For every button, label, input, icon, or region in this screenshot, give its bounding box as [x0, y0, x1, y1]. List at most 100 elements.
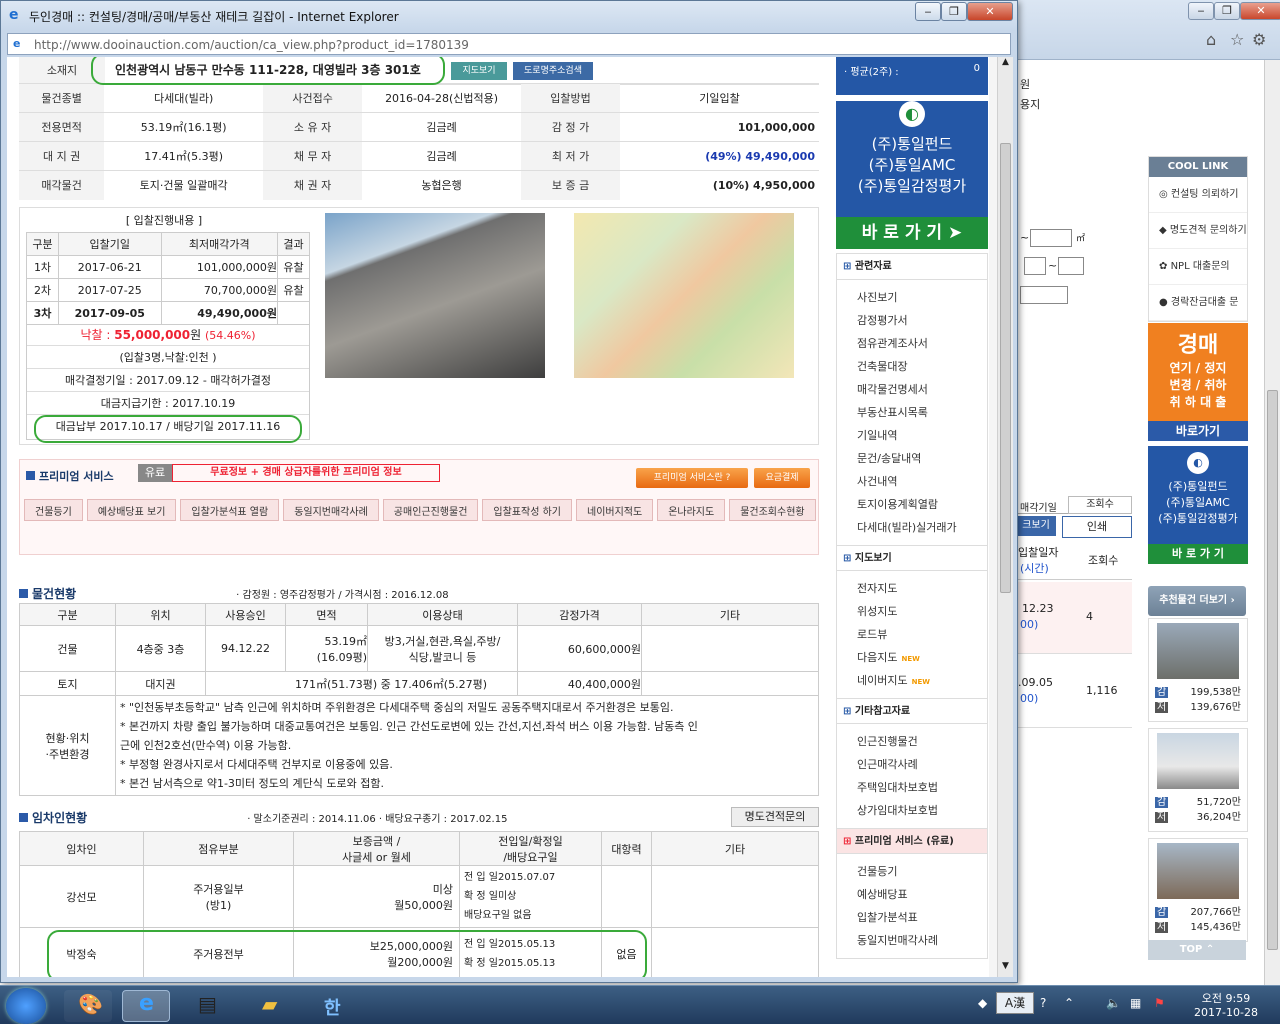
sidebar-item[interactable]: 위성지도	[837, 600, 987, 623]
close-button[interactable]: ✕	[967, 2, 1013, 21]
premium-button[interactable]: 온나라지도	[657, 499, 726, 521]
premium-button[interactable]: 입찰가분석표 열람	[180, 499, 280, 521]
view-button[interactable]: 크보기	[1016, 516, 1056, 536]
recommend-item[interactable]: 감 199,538만 저 139,676만	[1148, 618, 1248, 722]
url-text[interactable]: http://www.dooinauction.com/auction/ca_v…	[34, 38, 469, 52]
tongil-ad[interactable]: ◐ (주)통일펀드 (주)통일AMC (주)통일감정평가 바 로 가 기 ➤	[836, 101, 988, 249]
tray-arrow-icon[interactable]: ⌃	[1064, 996, 1074, 1010]
premium-button[interactable]: 네이버지적도	[576, 499, 654, 521]
premium-button[interactable]: 예상배당표 보기	[86, 499, 177, 521]
folder-icon[interactable]: ▰	[250, 990, 298, 1022]
print-button[interactable]: 인쇄	[1062, 516, 1132, 538]
minimize-button[interactable]: ‒	[1188, 2, 1214, 20]
sidebar-item[interactable]: 사건내역	[837, 470, 987, 493]
status-table: 구분 위치 사용승인 면적 이용상태 감정가격 기타 건물 4층중 3층 94.12.22 53.…	[19, 603, 819, 796]
price-min-input[interactable]	[1024, 257, 1046, 275]
sidebar-item[interactable]: 건축물대장	[837, 355, 987, 378]
page-content: 소재지 인천광역시 남동구 만수동 111-228, 대영빌라 3층 301호 …	[7, 57, 997, 977]
sidebar-item[interactable]: 네이버지도 NEW	[837, 669, 987, 692]
top-button[interactable]: TOP ⌃	[1148, 940, 1246, 960]
sidebar-item[interactable]: 다세대(빌라)실거래가	[837, 516, 987, 539]
maximize-button[interactable]: ❐	[1214, 2, 1240, 20]
flag-icon[interactable]: ⚑	[1154, 996, 1165, 1010]
help-icon[interactable]: ?	[1040, 996, 1046, 1010]
list-row[interactable]: 12.23 00) 4	[1016, 582, 1132, 654]
sidebar-item[interactable]: 매각물건명세서	[837, 378, 987, 401]
sort-sale-date[interactable]: 매각기일	[1020, 499, 1057, 514]
cadastral-map-image[interactable]	[574, 213, 794, 378]
payment-button[interactable]: 요금결제	[754, 468, 810, 488]
auction-loan-banner[interactable]: 경매 연기 / 정지 변경 / 취하 취 하 대 출 바로가기	[1148, 323, 1248, 441]
related-menu: ⊞ 관련자료 사진보기 감정평가서 점유관계조사서 건축물대장 매각물건명세서 부동산표시…	[836, 253, 988, 959]
network-icon[interactable]: ▦	[1130, 996, 1141, 1010]
paint-icon[interactable]: 🎨	[64, 990, 112, 1022]
fragment-text: 용지	[1020, 98, 1041, 111]
sidebar-item[interactable]: 인근진행물건	[837, 730, 987, 753]
recommend-item[interactable]: 감 207,766만 저 145,436만	[1148, 838, 1248, 942]
tongil-banner[interactable]: ◐ (주)통일펀드 (주)통일AMC (주)통일감정평가 바 로 가 기	[1148, 446, 1248, 564]
maximize-button[interactable]: ❐	[941, 2, 967, 21]
notepad-icon[interactable]: ▤	[184, 990, 232, 1022]
area-min-input[interactable]	[1030, 229, 1072, 247]
cool-link-npl[interactable]: ✿ NPL 대출문의	[1149, 249, 1247, 285]
sidebar-item[interactable]: 예상배당표	[837, 883, 987, 906]
sidebar-item[interactable]: 전자지도	[837, 577, 987, 600]
sidebar-item[interactable]: 인근매각사례	[837, 753, 987, 776]
clock[interactable]: 오전 9:59 2017-10-28	[1184, 990, 1268, 1019]
vertical-scrollbar[interactable]: ▲ ▼	[997, 57, 1013, 977]
ie-taskbar-icon[interactable]: e	[122, 990, 170, 1022]
cool-link-consulting[interactable]: ◎ 컨설팅 의뢰하기	[1149, 177, 1247, 213]
recommend-item[interactable]: 감 51,720만 저 36,204만	[1148, 728, 1248, 832]
premium-button[interactable]: 건물등기	[24, 499, 83, 521]
background-scrollbar[interactable]	[1264, 60, 1280, 985]
premium-button[interactable]: 물건조회수현황	[729, 499, 816, 521]
sidebar-item[interactable]: 입찰가분석표	[837, 906, 987, 929]
sort-views[interactable]: 조회수	[1068, 496, 1132, 514]
address-bar[interactable]: e http://www.dooinauction.com/auction/ca…	[7, 33, 1011, 55]
sidebar-item[interactable]: 토지이용계획열람	[837, 493, 987, 516]
sidebar-item[interactable]: 기일내역	[837, 424, 987, 447]
sidebar-item[interactable]: 점유관계조사서	[837, 332, 987, 355]
area-filter: ~ ㎡ ~	[1020, 229, 1130, 281]
minimize-button[interactable]: ‒	[915, 2, 941, 21]
tenants-title: 임차인현황	[32, 811, 88, 825]
eviction-quote-button[interactable]: 명도견적문의	[731, 807, 819, 827]
start-button[interactable]	[6, 988, 46, 1024]
sidebar-item[interactable]: 주택임대차보호법	[837, 776, 987, 799]
favorites-icon[interactable]: ☆	[1230, 30, 1244, 49]
stats-box: · 평균(2주) :0	[836, 57, 988, 95]
volume-icon[interactable]: 🔈	[1106, 996, 1121, 1010]
recommend-more-button[interactable]: 추천물건 더보기 ›	[1148, 586, 1246, 616]
price-max-input[interactable]	[1058, 257, 1084, 275]
gear-icon[interactable]: ⚙	[1252, 30, 1266, 49]
sidebar-item[interactable]: 문건/송달내역	[837, 447, 987, 470]
close-button[interactable]: ✕	[1240, 2, 1280, 20]
premium-info-button[interactable]: 프리미엄 서비스란 ?	[636, 468, 748, 488]
recommend-list: 감 199,538만 저 139,676만 감 51,720만 저 36,204…	[1148, 618, 1248, 968]
bidding-title: [ 입찰진행내용 ]	[125, 214, 203, 227]
sidebar-item[interactable]: 로드뷰	[837, 623, 987, 646]
hwp-icon[interactable]: 한	[310, 990, 358, 1022]
sidebar-item[interactable]: 상가임대차보호법	[837, 799, 987, 822]
cool-link-loan[interactable]: ● 경락잔금대출 문의	[1149, 285, 1247, 344]
sidebar-item[interactable]: 동일지번매각사례	[837, 929, 987, 952]
road-address-button[interactable]: 도로명주소검색	[513, 62, 593, 80]
premium-button[interactable]: 공매인근진행물건	[382, 499, 479, 521]
sidebar-item[interactable]: 감정평가서	[837, 309, 987, 332]
tray-icons[interactable]: ◆	[978, 996, 987, 1010]
sidebar-item[interactable]: 다음지도 NEW	[837, 646, 987, 669]
sidebar-item[interactable]: 부동산표시목록	[837, 401, 987, 424]
map-view-button[interactable]: 지도보기	[451, 62, 507, 80]
cool-link-eviction[interactable]: ◆ 명도견적 문의하기	[1149, 213, 1247, 249]
sidebar-item[interactable]: 건물등기	[837, 860, 987, 883]
home-icon[interactable]: ⌂	[1206, 30, 1216, 49]
ime-indicator[interactable]: A漢	[996, 992, 1034, 1014]
premium-button[interactable]: 입찰표작성 하기	[482, 499, 572, 521]
list-row[interactable]: .09.05 00) 1,116	[1016, 656, 1132, 728]
keyword-input[interactable]	[1020, 286, 1068, 304]
sidebar-item[interactable]: 사진보기	[837, 286, 987, 309]
frame-scrollbar[interactable]	[989, 57, 997, 977]
premium-button[interactable]: 동일지번매각사례	[283, 499, 379, 521]
fragment-text: 원	[1020, 78, 1031, 91]
property-photo[interactable]	[325, 213, 545, 378]
